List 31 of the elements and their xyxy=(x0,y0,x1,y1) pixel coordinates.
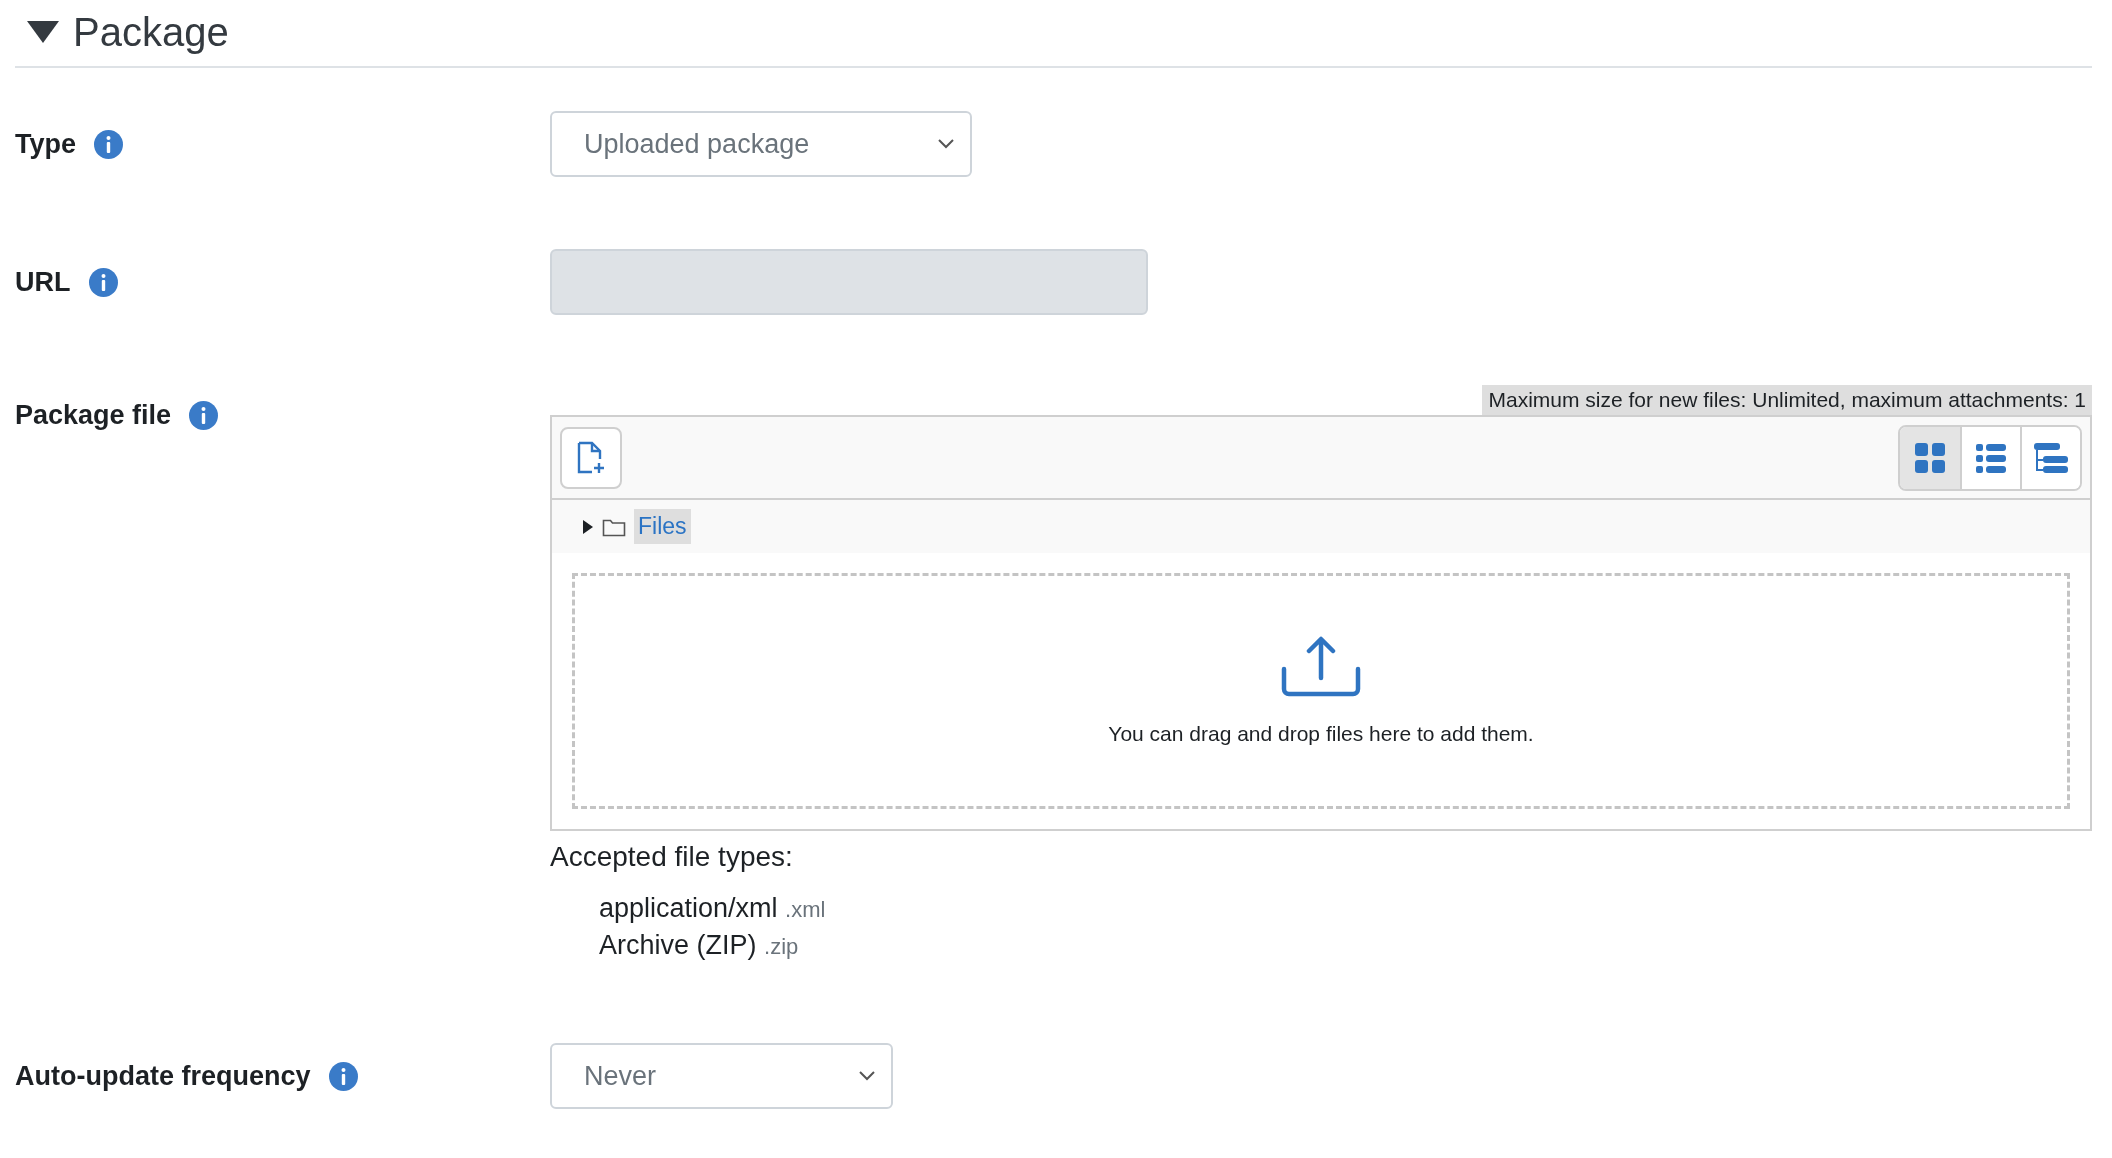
files-folder-link[interactable]: Files xyxy=(634,509,691,544)
add-file-button[interactable] xyxy=(560,426,622,489)
info-icon[interactable] xyxy=(88,267,118,297)
file-type-item: application/xml .xml xyxy=(599,893,827,924)
list-icon xyxy=(1975,442,2007,473)
upload-icon xyxy=(1281,636,1361,698)
info-icon[interactable] xyxy=(189,401,219,430)
field-label: URL xyxy=(15,266,71,298)
chevron-down-icon xyxy=(938,139,954,149)
section-title: Package xyxy=(73,9,229,56)
type-select[interactable]: Uploaded package xyxy=(550,111,972,177)
grid-icon xyxy=(1914,441,1946,474)
frequency-select[interactable]: Never xyxy=(550,1043,893,1109)
field-label: Auto-update frequency xyxy=(15,1060,311,1092)
info-icon[interactable] xyxy=(328,1061,358,1091)
field-label: Type xyxy=(15,128,76,160)
view-toggle-button[interactable] xyxy=(1900,426,1960,489)
view-toggle-button[interactable] xyxy=(1960,426,2020,489)
field-label: Package file xyxy=(15,400,172,431)
file-type-item: Archive (ZIP) .zip xyxy=(599,930,800,961)
file-plus-icon xyxy=(576,440,606,475)
view-toggle-button[interactable] xyxy=(2020,426,2080,489)
caret-right-icon[interactable] xyxy=(582,519,594,534)
tree-icon xyxy=(2033,441,2069,474)
accepted-types-heading: Accepted file types: xyxy=(550,841,794,873)
upload-limits-text: Maximum size for new files: Unlimited, maximum attachments: 1 xyxy=(1482,385,2092,415)
drop-hint-text: You can drag and drop files here to add them. xyxy=(1108,722,1534,746)
caret-down-icon[interactable] xyxy=(27,21,59,43)
drop-zone[interactable]: You can drag and drop files here to add them. xyxy=(572,573,2070,809)
info-icon[interactable] xyxy=(94,129,123,159)
chevron-down-icon xyxy=(859,1071,875,1081)
